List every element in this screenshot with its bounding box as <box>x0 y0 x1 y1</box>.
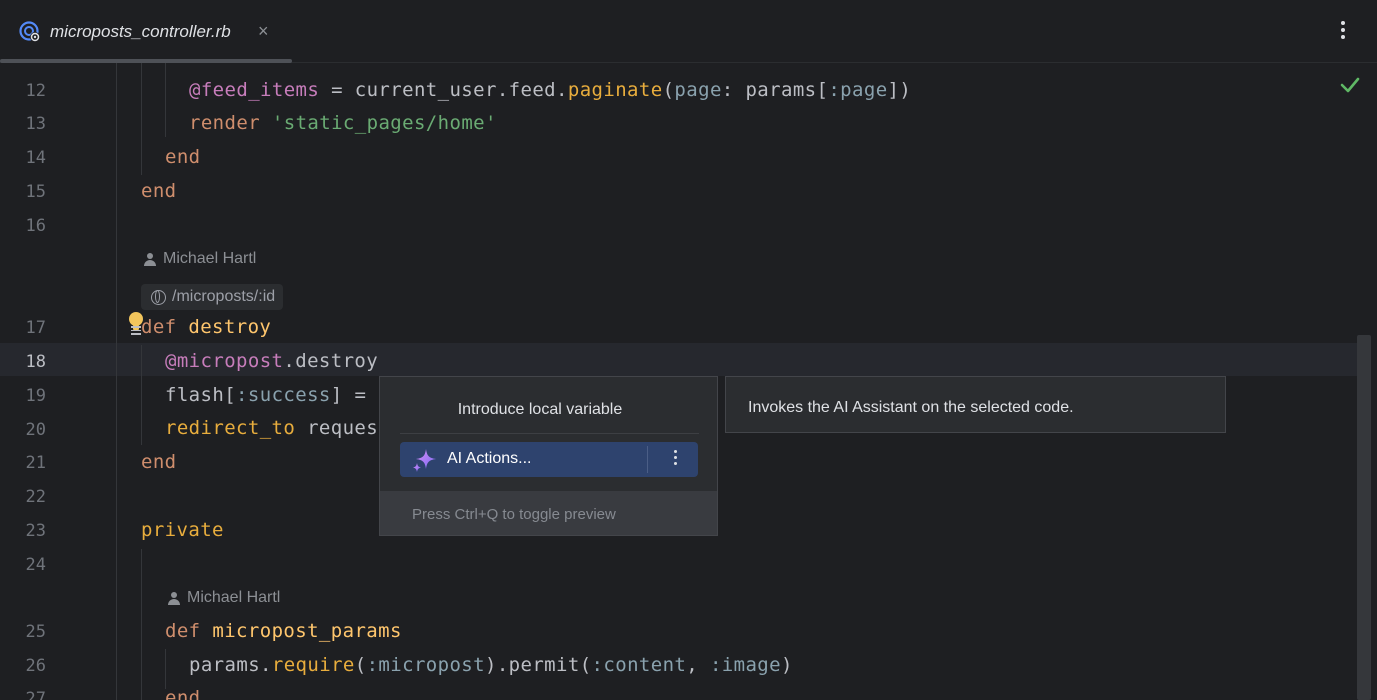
route-inlay[interactable]: /microposts/:id <box>141 284 284 310</box>
vertical-scrollbar[interactable] <box>1357 335 1371 700</box>
person-icon <box>143 252 157 266</box>
code-line-19[interactable]: flash[:success] = <box>165 384 366 406</box>
line-number: 16 <box>25 216 46 236</box>
line-number-current: 18 <box>25 352 46 372</box>
line-number: 19 <box>25 386 46 406</box>
popup-divider <box>400 433 699 434</box>
intention-actions-popup: Introduce local variable AI Actions... P… <box>379 376 718 536</box>
action-description-tooltip: Invokes the AI Assistant on the selected… <box>725 376 1226 433</box>
tooltip-text: Invokes the AI Assistant on the selected… <box>748 399 1074 416</box>
globe-icon <box>151 289 166 305</box>
ruby-controller-icon <box>19 21 40 42</box>
line-number: 14 <box>25 148 46 168</box>
line-number: 22 <box>25 487 46 507</box>
code-author-inlay[interactable]: Michael Hartl <box>143 250 256 268</box>
indent-guide <box>141 549 142 700</box>
line-number: 15 <box>25 182 46 202</box>
code-line-13[interactable]: render 'static_pages/home' <box>189 112 497 134</box>
indent-guide <box>116 63 117 700</box>
code-author-inlay[interactable]: Michael Hartl <box>167 589 280 607</box>
line-number: 21 <box>25 453 46 473</box>
editor-tab-bar: microposts_controller.rb × <box>0 0 1377 63</box>
code-line-25[interactable]: def micropost_params <box>165 620 402 642</box>
code-line-21[interactable]: end <box>141 451 177 473</box>
code-line-26[interactable]: params.require(:micropost).permit(:conte… <box>189 654 793 676</box>
ai-actions-menu-item[interactable]: AI Actions... <box>400 442 698 477</box>
more-vertical-icon[interactable] <box>660 447 690 473</box>
popup-footer: Press Ctrl+Q to toggle preview <box>380 491 717 535</box>
code-line-12[interactable]: @feed_items = current_user.feed.paginate… <box>189 79 911 101</box>
line-number: 17 <box>25 318 46 338</box>
line-number: 12 <box>25 81 46 101</box>
close-icon[interactable]: × <box>258 21 269 42</box>
tab-title: microposts_controller.rb <box>50 22 231 41</box>
person-icon <box>167 591 181 605</box>
code-line-23[interactable]: private <box>141 519 224 541</box>
code-line-14[interactable]: end <box>165 146 201 168</box>
line-number: 20 <box>25 420 46 440</box>
route-path: /microposts/:id <box>172 288 276 305</box>
line-number: 25 <box>25 622 46 642</box>
code-line-18[interactable]: @micropost.destroy <box>165 350 378 372</box>
code-line-20[interactable]: redirect_to reques <box>165 417 378 439</box>
author-name: Michael Hartl <box>163 250 257 267</box>
intention-menu-icon <box>131 326 141 335</box>
more-vertical-icon[interactable] <box>1335 18 1351 46</box>
toggle-preview-hint: Press Ctrl+Q to toggle preview <box>412 506 616 523</box>
line-number: 13 <box>25 114 46 134</box>
split-divider <box>647 446 648 473</box>
line-number: 23 <box>25 521 46 541</box>
indent-guide <box>141 63 142 175</box>
indent-guide <box>165 63 166 137</box>
code-line-17[interactable]: def destroy <box>141 316 271 338</box>
checkmark-icon <box>1340 77 1360 93</box>
line-number: 26 <box>25 656 46 676</box>
indent-guide <box>141 345 142 445</box>
line-number: 24 <box>25 555 46 575</box>
indent-guide <box>165 649 166 689</box>
sparkle-icon <box>413 449 436 472</box>
author-name: Michael Hartl <box>187 589 281 606</box>
ai-actions-label: AI Actions... <box>447 450 532 467</box>
code-line-15[interactable]: end <box>141 180 177 202</box>
code-line-27[interactable]: end <box>165 687 201 700</box>
intention-item-introduce-variable[interactable]: Introduce local variable <box>380 401 700 419</box>
line-number: 27 <box>25 689 46 700</box>
